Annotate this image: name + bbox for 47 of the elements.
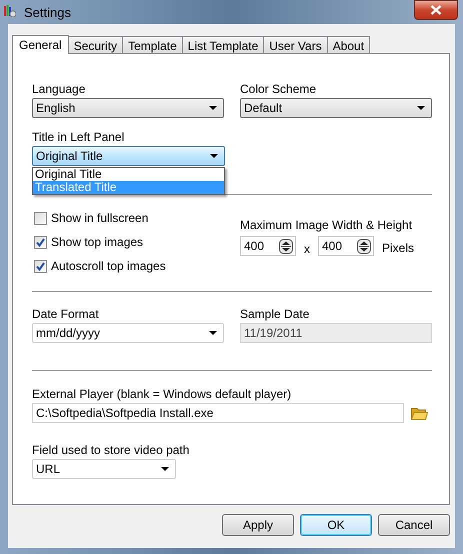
dropdown[interactable]: English [32,98,224,118]
dialog-button[interactable]: OK [300,514,372,536]
date-field[interactable]: 11/19/2011 [240,323,432,343]
dropdown[interactable]: URL [32,459,176,479]
path-field[interactable]: C:\Softpedia\Softpedia Install.exe [32,403,404,423]
field-label: Color Scheme [240,82,318,96]
tab[interactable]: About [326,36,370,53]
caret-icon [210,154,218,158]
number-field[interactable]: 400 [240,236,296,256]
tab[interactable]: General [12,35,69,54]
tab[interactable]: List Template [182,36,264,53]
number-field[interactable]: 400 [318,236,374,256]
tab[interactable]: User Vars [263,36,328,53]
folder-icon[interactable] [411,406,428,420]
checkbox-label: Show top images [51,234,144,251]
window-title: Settings [24,4,71,22]
field-label: Language [32,82,86,96]
dropdown[interactable]: Original Title [32,146,225,166]
spin-arrows-icon[interactable] [357,238,371,254]
field-label: Date Format [32,307,100,321]
checkbox[interactable] [34,260,47,272]
caret-icon [161,466,169,472]
checkbox[interactable] [34,212,47,224]
checkbox-label: Show in fullscreen [51,210,148,227]
field-label: Title in Left Panel [32,130,126,144]
dropdown[interactable]: mm/dd/yyyy [32,323,224,343]
caret-icon [417,106,425,110]
unit-label: Pixels [382,240,414,257]
dropdown-option[interactable]: Original Title [33,168,224,181]
field-label: Maximum Image Width & Height [240,218,414,232]
dialog-button[interactable]: Cancel [378,514,450,536]
caret-icon [209,330,217,336]
tab[interactable]: Security [68,36,124,53]
tab[interactable]: Template [122,36,183,53]
dialog-button[interactable]: Apply [222,514,294,536]
close-button[interactable] [414,0,458,20]
spin-arrows-icon[interactable] [279,238,293,254]
caret-icon [209,106,217,110]
field-label: Sample Date [240,307,310,321]
close-icon [430,5,442,15]
field-label: Field used to store video path [32,443,190,457]
checkbox[interactable] [34,236,47,248]
checkbox-label: Autoscroll top images [51,258,166,275]
times-sign: x [304,241,310,258]
field-label: External Player (blank = Windows default player) [32,387,292,401]
app-icon [4,5,16,17]
dropdown[interactable]: Default [240,98,432,118]
